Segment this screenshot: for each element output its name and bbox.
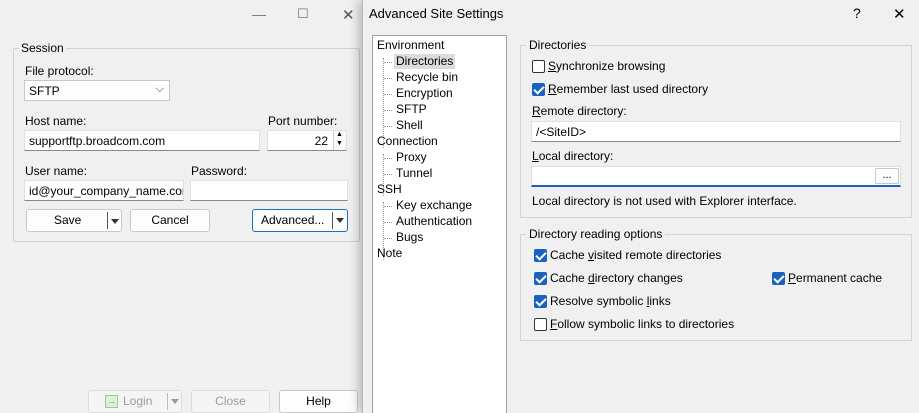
local-directory-note: Local directory is not used with Explore…: [532, 194, 797, 208]
tree-item-key-exchange[interactable]: Key exchange: [396, 198, 472, 213]
user-name-label: User name:: [25, 164, 88, 178]
user-name-input[interactable]: id@your_company_name.com: [24, 180, 184, 201]
file-protocol-select[interactable]: SFTP ⌵: [24, 80, 170, 101]
tree-item-bugs[interactable]: Bugs: [396, 230, 423, 245]
dialog-title: Advanced Site Settings: [369, 6, 504, 21]
cache-changes-check-icon: [534, 271, 547, 285]
help-icon[interactable]: ?: [853, 5, 861, 21]
save-button-label: Save: [54, 213, 82, 227]
tree-item-proxy[interactable]: Proxy: [396, 150, 427, 165]
save-dropdown-icon[interactable]: [111, 219, 119, 224]
advanced-dropdown-icon[interactable]: [336, 218, 344, 223]
spin-down-icon[interactable]: ▼: [336, 140, 343, 147]
host-name-input[interactable]: supportftp.broadcom.com: [24, 130, 260, 151]
tree-item-environment[interactable]: Environment: [377, 38, 444, 53]
follow-symlinks-check-icon: [534, 317, 547, 331]
help-button[interactable]: Help: [279, 390, 358, 413]
cache-visited-checkbox[interactable]: Cache visited remote directories: [534, 248, 721, 262]
login-button[interactable]: → Login: [88, 390, 182, 413]
chevron-down-icon: ⌵: [155, 83, 164, 95]
local-directory-input[interactable]: [531, 166, 901, 187]
synchronize-browsing-checkbox[interactable]: Synchronize browsing: [532, 59, 665, 73]
settings-tree[interactable]: Environment Directories Recycle bin Encrypt…: [372, 35, 507, 413]
port-number-label: Port number:: [268, 114, 338, 128]
tree-item-note[interactable]: Note: [377, 246, 402, 261]
cache-visited-check-icon: [534, 248, 547, 262]
maximize-icon[interactable]: ☐: [297, 6, 309, 22]
file-protocol-label: File protocol:: [25, 64, 94, 78]
login-button-label: Login: [123, 394, 153, 408]
tree-item-shell[interactable]: Shell: [396, 118, 423, 133]
cache-changes-checkbox[interactable]: Cache directory changes: [534, 271, 683, 285]
login-dropdown-icon[interactable]: [171, 399, 179, 404]
login-window: — ☐ ✕ Session File protocol: SFTP ⌵ Host…: [0, 0, 362, 413]
follow-symlinks-checkbox[interactable]: Follow symbolic links to directories: [534, 317, 734, 331]
permanent-cache-checkbox[interactable]: Permanent cache: [772, 271, 882, 285]
password-label: Password:: [191, 164, 248, 178]
synchronize-browsing-check-icon: [532, 59, 545, 73]
spin-up-icon[interactable]: ▲: [336, 131, 343, 138]
tree-item-recycle-bin[interactable]: Recycle bin: [396, 70, 458, 85]
browse-button[interactable]: ...: [875, 168, 899, 184]
file-protocol-value: SFTP: [29, 84, 60, 98]
directories-group-title: Directories: [526, 38, 590, 52]
close-icon[interactable]: ✕: [893, 5, 906, 23]
tree-item-authentication[interactable]: Authentication: [396, 214, 472, 229]
save-button[interactable]: Save: [26, 209, 122, 232]
port-spinner[interactable]: ▲ ▼: [333, 131, 346, 150]
resolve-symlinks-checkbox[interactable]: Resolve symbolic links: [534, 294, 671, 308]
host-name-label: Host name:: [25, 114, 87, 128]
remote-directory-input[interactable]: /<SiteID>: [531, 121, 901, 142]
cancel-button[interactable]: Cancel: [130, 209, 210, 232]
remote-directory-label: Remote directory:: [532, 104, 627, 118]
password-input[interactable]: [190, 180, 348, 201]
local-directory-label: Local directory:: [532, 149, 614, 163]
resolve-symlinks-check-icon: [534, 294, 547, 308]
tree-item-encryption[interactable]: Encryption: [396, 86, 453, 101]
advanced-site-settings-dialog: Advanced Site Settings ? ✕ Environment Di…: [362, 0, 919, 413]
remember-last-directory-checkbox[interactable]: Remember last used directory: [532, 82, 708, 96]
directory-reading-group-title: Directory reading options: [526, 227, 666, 241]
tree-item-connection[interactable]: Connection: [377, 134, 438, 149]
tree-item-tunnel[interactable]: Tunnel: [396, 166, 432, 181]
advanced-button-label: Advanced...: [261, 213, 325, 227]
port-number-value: 22: [314, 134, 328, 148]
tree-item-sftp[interactable]: SFTP: [396, 102, 427, 117]
advanced-button[interactable]: Advanced...: [252, 209, 348, 232]
session-group-title: Session: [19, 41, 66, 55]
tree-item-directories[interactable]: Directories: [394, 54, 456, 69]
tree-item-ssh[interactable]: SSH: [377, 182, 402, 197]
permanent-cache-check-icon: [772, 271, 785, 285]
minimize-icon[interactable]: —: [252, 6, 266, 22]
close-button[interactable]: Close: [191, 390, 270, 413]
remember-last-directory-check-icon: [532, 82, 545, 96]
close-window-icon[interactable]: ✕: [342, 6, 355, 24]
login-icon: →: [105, 395, 118, 408]
